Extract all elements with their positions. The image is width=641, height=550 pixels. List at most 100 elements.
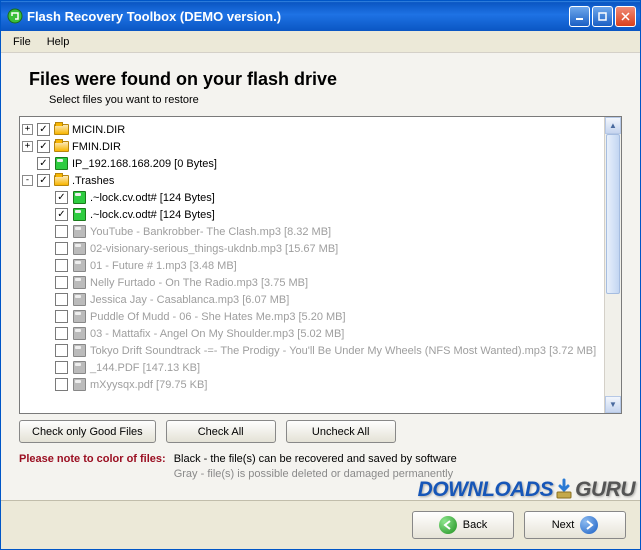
tree-row[interactable]: 03 - Mattafix - Angel On My Shoulder.mp3… xyxy=(22,325,619,342)
floppy-disk-icon xyxy=(71,225,87,239)
minimize-button[interactable] xyxy=(569,6,590,27)
note-gray: Gray - file(s) is possible deleted or da… xyxy=(174,468,457,480)
next-label: Next xyxy=(552,519,575,531)
checkbox[interactable]: ✓ xyxy=(37,123,50,136)
expander-placeholder xyxy=(22,158,33,169)
menu-help[interactable]: Help xyxy=(39,34,78,50)
checkbox[interactable] xyxy=(55,225,68,238)
tree-row[interactable]: mXyysqx.pdf [79.75 KB] xyxy=(22,376,619,393)
tree-row[interactable]: 01 - Future # 1.mp3 [3.48 MB] xyxy=(22,257,619,274)
file-label: FMIN.DIR xyxy=(72,141,121,153)
checkbox[interactable] xyxy=(55,276,68,289)
file-label: Jessica Jay - Casablanca.mp3 [6.07 MB] xyxy=(90,294,289,306)
app-icon xyxy=(7,8,23,24)
page-subheading: Select files you want to restore xyxy=(49,94,622,106)
folder-icon xyxy=(53,140,69,154)
expand-icon[interactable]: + xyxy=(22,124,33,135)
file-label: Puddle Of Mudd - 06 - She Hates Me.mp3 [… xyxy=(90,311,346,323)
floppy-disk-icon xyxy=(71,191,87,205)
expander-placeholder xyxy=(40,345,51,356)
menubar: File Help xyxy=(1,31,640,53)
file-label: .Trashes xyxy=(72,175,114,187)
expander-placeholder xyxy=(40,243,51,254)
tree-row[interactable]: ✓IP_192.168.168.209 [0 Bytes] xyxy=(22,155,619,172)
collapse-icon[interactable]: - xyxy=(22,175,33,186)
expander-placeholder xyxy=(40,192,51,203)
tree-row[interactable]: YouTube - Bankrobber- The Clash.mp3 [8.3… xyxy=(22,223,619,240)
uncheck-all-button[interactable]: Uncheck All xyxy=(286,420,396,443)
check-good-button[interactable]: Check only Good Files xyxy=(19,420,156,443)
floppy-disk-icon xyxy=(71,208,87,222)
content-area: Files were found on your flash drive Sel… xyxy=(1,53,640,500)
page-heading: Files were found on your flash drive xyxy=(29,69,622,90)
expander-placeholder xyxy=(40,328,51,339)
scrollbar[interactable]: ▲ ▼ xyxy=(604,117,621,413)
maximize-button[interactable] xyxy=(592,6,613,27)
note-black: Black - the file(s) can be recovered and… xyxy=(174,453,457,465)
tree-row[interactable]: Tokyo Drift Soundtrack -=- The Prodigy -… xyxy=(22,342,619,359)
tree-row[interactable]: -✓ .Trashes xyxy=(22,172,619,189)
file-tree-panel: + ✓ MICIN.DIR + ✓ FMIN.DIR ✓IP_192.168.168.209… xyxy=(19,116,622,414)
note-prefix: Please note to color of files: xyxy=(19,453,166,480)
color-note: Please note to color of files: Black - t… xyxy=(19,453,622,480)
close-button[interactable] xyxy=(615,6,636,27)
expander-placeholder xyxy=(40,260,51,271)
expander-placeholder xyxy=(40,294,51,305)
expand-icon[interactable]: + xyxy=(22,141,33,152)
checkbox[interactable] xyxy=(55,293,68,306)
checkbox[interactable] xyxy=(55,259,68,272)
check-all-button[interactable]: Check All xyxy=(166,420,276,443)
floppy-disk-icon xyxy=(71,276,87,290)
tree-row[interactable]: Nelly Furtado - On The Radio.mp3 [3.75 M… xyxy=(22,274,619,291)
expander-placeholder xyxy=(40,226,51,237)
tree-row[interactable]: ✓.~lock.cv.odt# [124 Bytes] xyxy=(22,206,619,223)
scroll-track[interactable] xyxy=(605,134,621,396)
checkbox[interactable] xyxy=(55,242,68,255)
checkbox[interactable] xyxy=(55,378,68,391)
file-label: MICIN.DIR xyxy=(72,124,125,136)
tree-row[interactable]: ✓ .~lock.cv.odt# [124 Bytes] xyxy=(22,189,619,206)
file-label: 03 - Mattafix - Angel On My Shoulder.mp3… xyxy=(90,328,344,340)
scroll-down-button[interactable]: ▼ xyxy=(605,396,621,413)
tree-row[interactable]: Jessica Jay - Casablanca.mp3 [6.07 MB] xyxy=(22,291,619,308)
checkbox[interactable]: ✓ xyxy=(55,191,68,204)
file-label: YouTube - Bankrobber- The Clash.mp3 [8.3… xyxy=(90,226,331,238)
expander-placeholder xyxy=(40,209,51,220)
floppy-disk-icon xyxy=(71,259,87,273)
file-label: _144.PDF [147.13 KB] xyxy=(90,362,200,374)
menu-file[interactable]: File xyxy=(5,34,39,50)
scroll-up-button[interactable]: ▲ xyxy=(605,117,621,134)
expander-placeholder xyxy=(40,362,51,373)
checkbox[interactable]: ✓ xyxy=(37,157,50,170)
tree-row[interactable]: + ✓ MICIN.DIR xyxy=(22,121,619,138)
titlebar[interactable]: Flash Recovery Toolbox (DEMO version.) xyxy=(1,1,640,31)
file-label: Tokyo Drift Soundtrack -=- The Prodigy -… xyxy=(90,345,596,357)
next-button[interactable]: Next xyxy=(524,511,626,539)
tree-row[interactable]: _144.PDF [147.13 KB] xyxy=(22,359,619,376)
checkbox[interactable]: ✓ xyxy=(55,208,68,221)
floppy-disk-icon xyxy=(71,327,87,341)
folder-icon xyxy=(53,174,69,188)
checkbox[interactable]: ✓ xyxy=(37,174,50,187)
folder-icon xyxy=(53,123,69,137)
file-label: 02-visionary-serious_things-ukdnb.mp3 [1… xyxy=(90,243,338,255)
tree-row[interactable]: Puddle Of Mudd - 06 - She Hates Me.mp3 [… xyxy=(22,308,619,325)
checkbox[interactable] xyxy=(55,310,68,323)
tree-row[interactable]: + ✓ FMIN.DIR xyxy=(22,138,619,155)
tree-row[interactable]: 02-visionary-serious_things-ukdnb.mp3 [1… xyxy=(22,240,619,257)
checkbox[interactable] xyxy=(55,344,68,357)
floppy-disk-icon xyxy=(53,157,69,171)
scroll-thumb[interactable] xyxy=(606,134,620,294)
checkbox[interactable] xyxy=(55,361,68,374)
file-tree[interactable]: + ✓ MICIN.DIR + ✓ FMIN.DIR ✓IP_192.168.168.209… xyxy=(20,117,621,397)
back-button[interactable]: Back xyxy=(412,511,514,539)
floppy-disk-icon xyxy=(71,378,87,392)
checkbox[interactable]: ✓ xyxy=(37,140,50,153)
checkbox[interactable] xyxy=(55,327,68,340)
footer-bar: Back Next xyxy=(1,500,640,549)
window-title: Flash Recovery Toolbox (DEMO version.) xyxy=(27,9,569,24)
selection-buttons: Check only Good Files Check All Uncheck … xyxy=(19,420,622,443)
file-label: 01 - Future # 1.mp3 [3.48 MB] xyxy=(90,260,237,272)
file-label: .~lock.cv.odt# [124 Bytes] xyxy=(90,192,215,204)
arrow-left-icon xyxy=(439,516,457,534)
